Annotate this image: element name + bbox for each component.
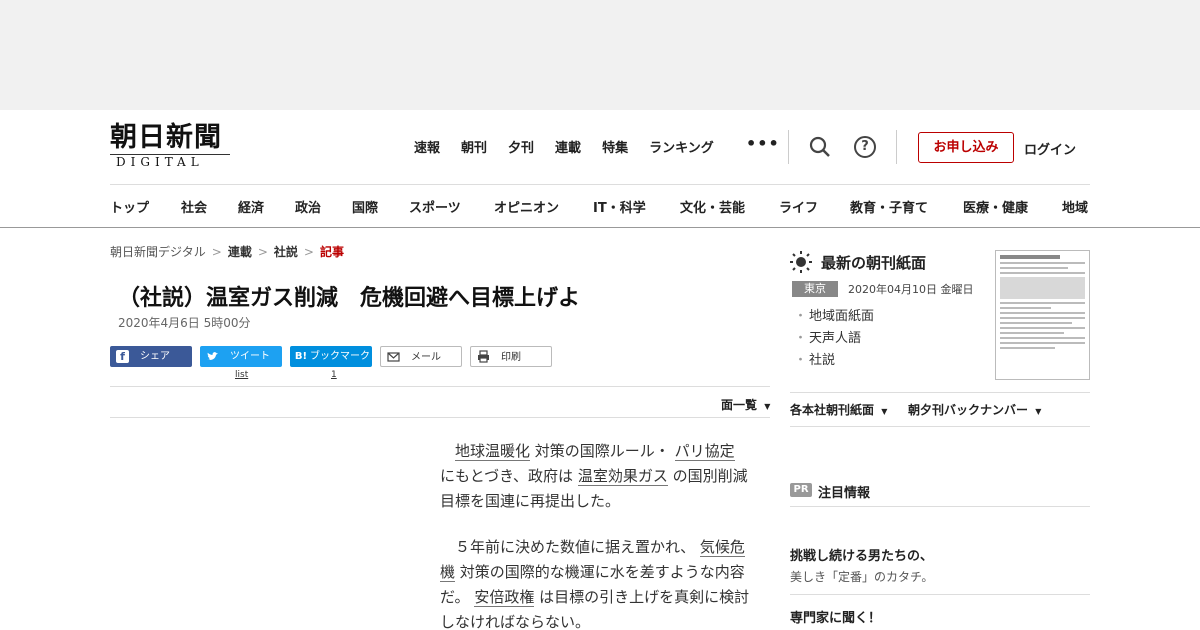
dropdown-label: 朝夕刊バックナンバー	[908, 403, 1029, 417]
edition-date: 2020年04月10日 金曜日	[848, 283, 974, 296]
cat-opinion[interactable]: オピニオン	[494, 197, 593, 216]
print-button[interactable]: 印刷	[470, 346, 552, 367]
site-header: 朝日新聞 DIGITAL 速報 朝刊 夕刊 連載 特集 ランキング ••• ? …	[0, 110, 1200, 228]
paragraph-text: にもとづき、政府は	[440, 467, 578, 485]
article-paragraph-1: 地球温暖化 対策の国際ルール・ パリ協定 にもとづき、政府は 温室効果ガス の国…	[440, 439, 752, 514]
help-icon[interactable]: ?	[854, 136, 876, 158]
logo-kanji: 朝日新聞	[110, 122, 222, 153]
asahi-digital-logo[interactable]: 朝日新聞 DIGITAL	[110, 123, 242, 169]
printer-icon	[478, 350, 489, 363]
divider	[790, 506, 1090, 507]
ad-banner-area	[0, 0, 1200, 110]
regional-editions-dropdown[interactable]: 各本社朝刊紙面 ▼	[790, 401, 887, 418]
divider	[790, 392, 1090, 393]
hatena-icon: B!	[294, 351, 308, 362]
pr-section-title: 注目情報	[818, 486, 871, 501]
paragraph-text: ５年前に決めた数値に据え置かれ、	[455, 538, 700, 556]
breadcrumb: 朝日新聞デジタル > 連載 > 社説 > 記事	[110, 243, 344, 260]
cat-education[interactable]: 教育・子育て	[850, 197, 963, 216]
breadcrumb-series[interactable]: 連載	[228, 245, 252, 259]
pr-item-1-title[interactable]: 挑戦し続ける男たちの、	[790, 545, 933, 564]
topnav-breaking[interactable]: 速報	[414, 137, 440, 156]
divider	[790, 594, 1090, 595]
topnav-features[interactable]: 特集	[602, 137, 628, 156]
cat-economy[interactable]: 経済	[238, 197, 295, 216]
article-title: （社説）温室ガス削減 危機回避へ目標上げよ	[118, 286, 581, 311]
twitter-share-button[interactable]: ツイート	[200, 346, 282, 367]
login-link[interactable]: ログイン	[1024, 139, 1076, 158]
chevron-down-icon: ▼	[881, 407, 888, 416]
twitter-share-label: ツイート	[230, 351, 270, 362]
facebook-icon: f	[116, 350, 129, 363]
region-badge: 東京	[792, 281, 838, 297]
cat-health[interactable]: 医療・健康	[963, 197, 1062, 216]
divider	[110, 417, 770, 418]
breadcrumb-sep: >	[303, 245, 314, 259]
cat-sports[interactable]: スポーツ	[409, 197, 494, 216]
hatena-bookmark-button[interactable]: B! ブックマーク	[290, 346, 372, 367]
divider	[110, 386, 770, 387]
chevron-down-icon: ▼	[764, 402, 771, 411]
divider	[788, 130, 789, 164]
breadcrumb-sep: >	[211, 245, 222, 259]
pr-badge: PR	[790, 483, 812, 497]
keyword-link[interactable]: 温室効果ガス	[577, 467, 668, 486]
search-icon[interactable]	[809, 136, 831, 158]
newspaper-thumbnail[interactable]	[995, 250, 1090, 380]
page-list-dropdown[interactable]: 面一覧 ▼	[721, 396, 770, 413]
divider	[896, 130, 897, 164]
print-label: 印刷	[501, 352, 521, 363]
facebook-share-button[interactable]: f シェア	[110, 346, 192, 367]
topnav-series[interactable]: 連載	[555, 137, 581, 156]
apply-button[interactable]: お申し込み	[918, 132, 1014, 163]
hatena-count[interactable]: 1	[331, 370, 337, 380]
facebook-share-label: シェア	[140, 351, 170, 362]
pr-item-1-subtitle[interactable]: 美しき「定番」のカタチ。	[790, 568, 933, 585]
keyword-link[interactable]: 地球温暖化	[455, 442, 531, 461]
latest-morning-edition-title[interactable]: 最新の朝刊紙面	[821, 252, 926, 273]
article-date: 2020年4月6日 5時00分	[118, 316, 251, 330]
mail-share-button[interactable]: メール	[380, 346, 462, 367]
category-nav: トップ 社会 経済 政治 国際 スポーツ オピニオン IT・科学 文化・芸能 ラ…	[110, 197, 1088, 216]
article-paragraph-2: ５年前に決めた数値に据え置かれ、 気候危機 対策の国際的な機運に水を差すような内…	[440, 535, 752, 630]
divider	[110, 184, 1090, 185]
page-list-label: 面一覧	[721, 398, 758, 412]
link-editorial[interactable]: 社説	[794, 350, 874, 372]
link-regional-page[interactable]: 地域面紙面	[794, 306, 874, 328]
keyword-link[interactable]: 安倍政権	[474, 588, 535, 607]
breadcrumb-editorial[interactable]: 社説	[274, 245, 298, 259]
cat-region[interactable]: 地域	[1062, 197, 1088, 216]
cat-society[interactable]: 社会	[181, 197, 238, 216]
cat-it-science[interactable]: IT・科学	[593, 197, 680, 216]
paragraph-text: 対策の国際ルール・	[530, 442, 675, 460]
cat-politics[interactable]: 政治	[295, 197, 352, 216]
cat-international[interactable]: 国際	[352, 197, 409, 216]
mail-label: メール	[411, 352, 441, 363]
topnav-evening[interactable]: 夕刊	[508, 137, 534, 156]
keyword-link[interactable]: パリ協定	[674, 442, 735, 461]
cat-life[interactable]: ライフ	[779, 197, 850, 216]
chevron-down-icon: ▼	[1035, 407, 1042, 416]
mail-icon	[387, 352, 400, 362]
hatena-label: ブックマーク	[310, 351, 370, 362]
pr-item-2-title[interactable]: 専門家に聞く！	[790, 607, 881, 626]
top-nav: 速報 朝刊 夕刊 連載 特集 ランキング	[414, 137, 735, 156]
breadcrumb-sep: >	[257, 245, 268, 259]
cat-top[interactable]: トップ	[110, 197, 181, 216]
breadcrumb-current: 記事	[319, 245, 344, 259]
link-tensei-jingo[interactable]: 天声人語	[794, 328, 874, 350]
dropdown-label: 各本社朝刊紙面	[790, 403, 875, 417]
divider	[790, 426, 1090, 427]
breadcrumb-home[interactable]: 朝日新聞デジタル	[110, 245, 206, 259]
sun-icon	[790, 251, 812, 273]
more-menu-icon[interactable]: •••	[746, 134, 780, 153]
topnav-morning[interactable]: 朝刊	[461, 137, 487, 156]
twitter-count[interactable]: list	[235, 370, 248, 380]
logo-sub: DIGITAL	[110, 154, 230, 169]
cat-culture[interactable]: 文化・芸能	[680, 197, 779, 216]
topnav-ranking[interactable]: ランキング	[649, 137, 714, 156]
twitter-bird-icon	[207, 352, 218, 360]
back-numbers-dropdown[interactable]: 朝夕刊バックナンバー ▼	[908, 401, 1041, 418]
edition-links: 地域面紙面 天声人語 社説	[794, 306, 874, 372]
